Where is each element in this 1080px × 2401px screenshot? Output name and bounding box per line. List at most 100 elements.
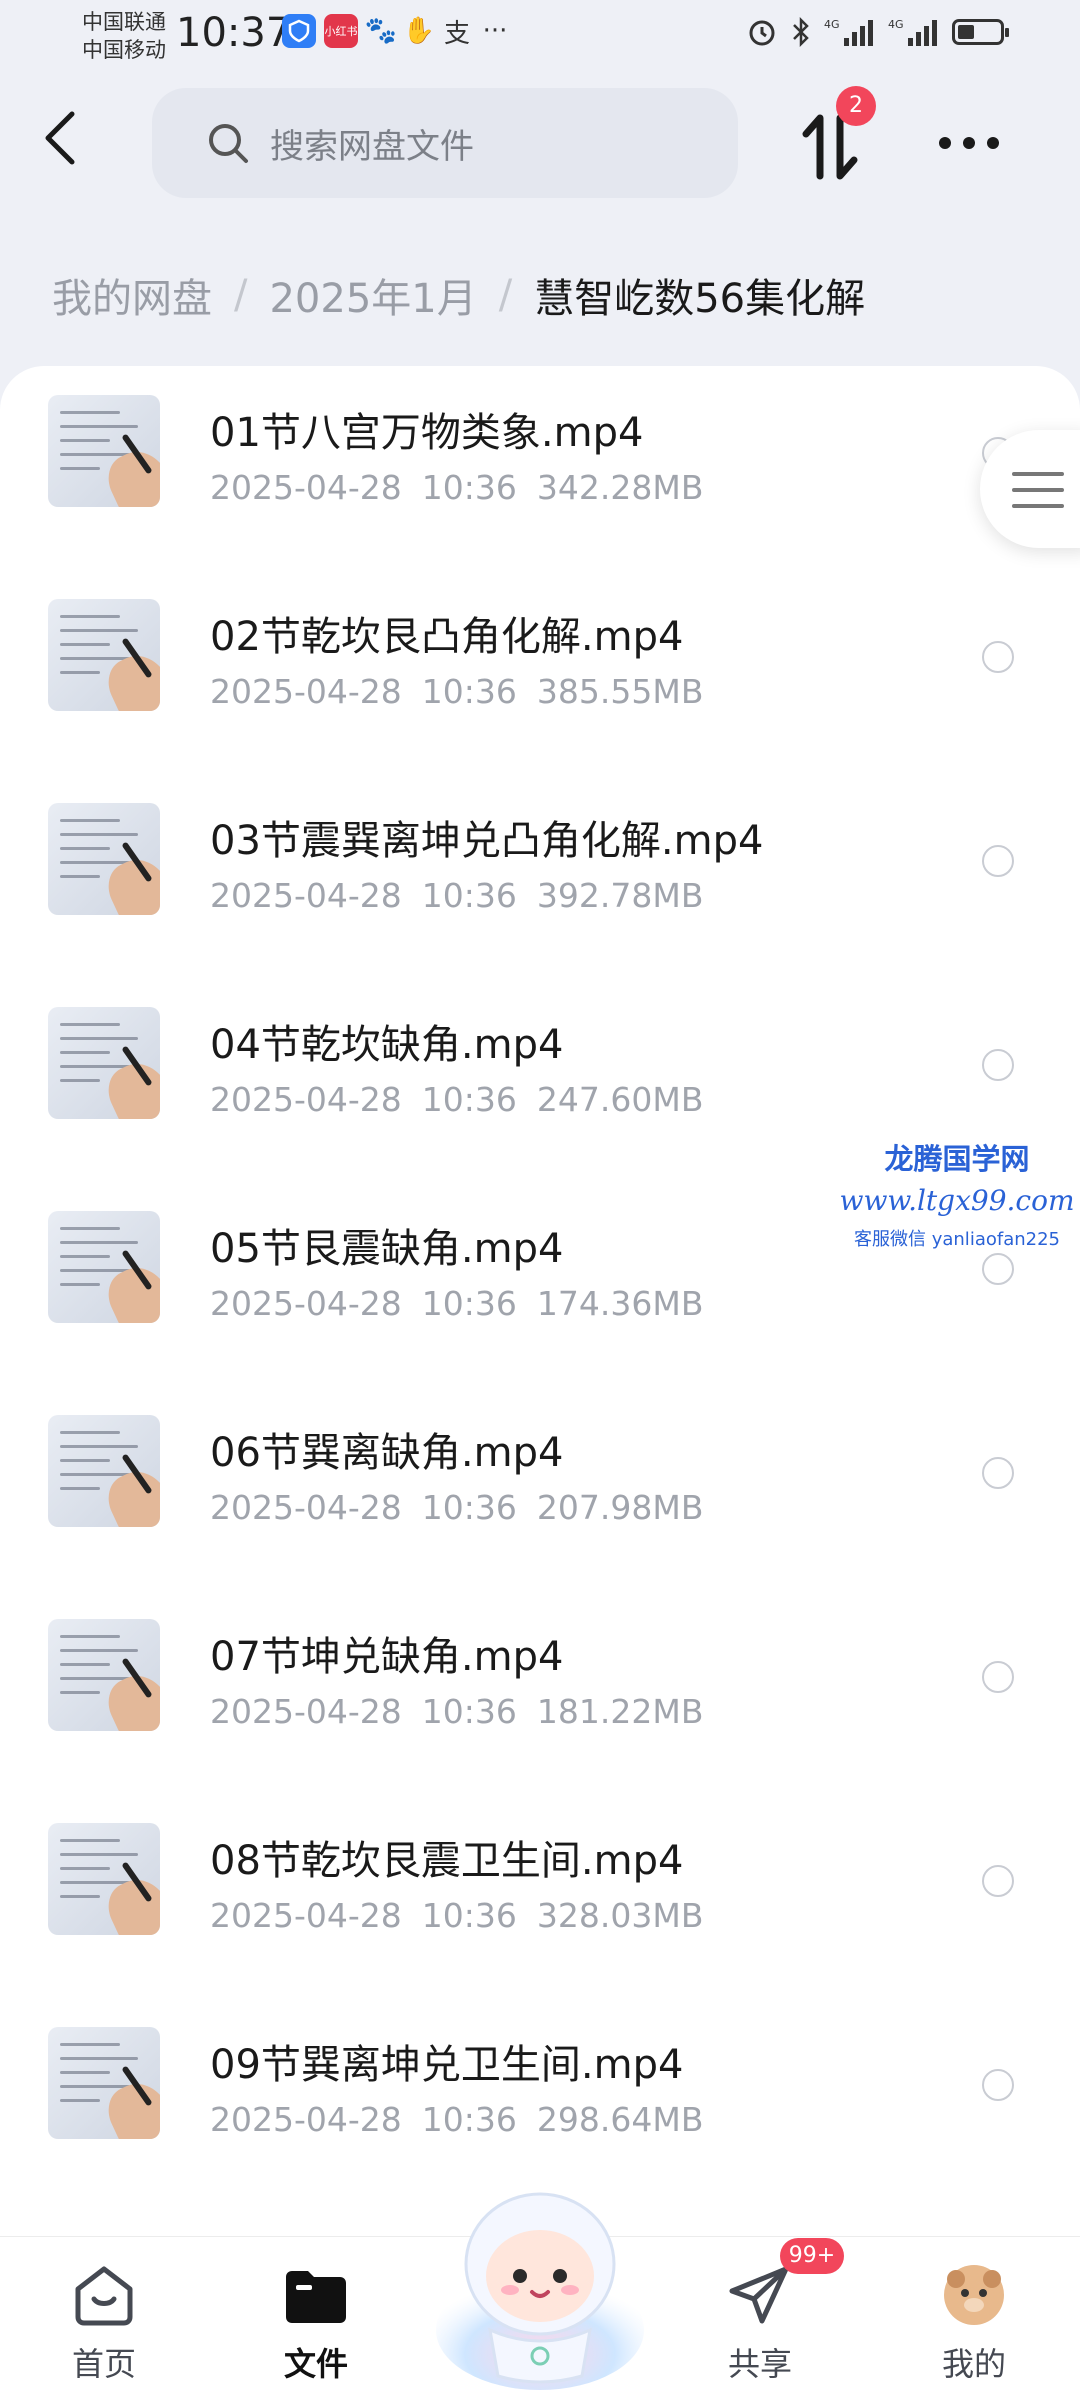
more-options-button[interactable]: [934, 128, 1004, 158]
file-name: 06节巽离缺角.mp4: [210, 1430, 564, 1476]
shield-app-icon: [282, 14, 316, 48]
share-count-badge: 99+: [780, 2238, 844, 2274]
watermark-url: www.ltgx99.com: [839, 1184, 1075, 1217]
select-checkbox[interactable]: [982, 641, 1014, 673]
paper-plane-icon: [729, 2266, 789, 2324]
file-date: 2025-04-28: [210, 876, 402, 915]
svg-text:4G: 4G: [824, 18, 840, 31]
watermark: 龙腾国学网 www.ltgx99.com 客服微信 yanliaofan225: [832, 1136, 1080, 1251]
video-thumbnail: [48, 1619, 160, 1731]
file-time: 10:36: [421, 1080, 517, 1119]
bluetooth-icon: [793, 16, 809, 48]
file-size: 247.60MB: [536, 1080, 704, 1119]
video-thumbnail: [48, 599, 160, 711]
file-size: 392.78MB: [536, 876, 704, 915]
carrier-1: 中国联通: [82, 10, 166, 34]
select-checkbox[interactable]: [982, 2069, 1014, 2101]
select-checkbox[interactable]: [982, 1661, 1014, 1693]
transfer-count-badge: 2: [836, 86, 876, 126]
xiaohongshu-icon: 小红书: [324, 14, 358, 48]
file-name: 09节巽离坤兑卫生间.mp4: [210, 2042, 684, 2088]
file-row[interactable]: 07节坤兑缺角.mp4 2025-04-28 10:36 181.22MB: [0, 1590, 1080, 1794]
carrier-labels: 中国联通 中国移动: [82, 8, 166, 64]
file-size: 181.22MB: [536, 1692, 704, 1731]
file-name: 02节乾坎艮凸角化解.mp4: [210, 614, 684, 660]
file-time: 10:36: [421, 1284, 517, 1323]
file-meta: 2025-04-28 10:36 174.36MB: [210, 1284, 723, 1323]
select-checkbox[interactable]: [982, 1049, 1014, 1081]
file-date: 2025-04-28: [210, 672, 402, 711]
nav-profile[interactable]: 我的: [884, 2237, 1064, 2401]
more-notifications-icon: ···: [482, 16, 508, 46]
notification-icons: 小红书 🐾 ✋ 支 ···: [282, 14, 510, 49]
file-time: 10:36: [421, 876, 517, 915]
select-checkbox[interactable]: [982, 845, 1014, 877]
file-date: 2025-04-28: [210, 1080, 402, 1119]
status-bar: 中国联通 中国移动 10:37 小红书 🐾 ✋ 支 ··· 4G 4G: [0, 0, 1080, 70]
menu-lines-icon: [1012, 472, 1064, 508]
file-row[interactable]: 02节乾坎艮凸角化解.mp4 2025-04-28 10:36 385.55MB: [0, 570, 1080, 774]
file-size: 328.03MB: [536, 1896, 704, 1935]
nav-home[interactable]: 首页: [14, 2237, 194, 2401]
video-thumbnail: [48, 1823, 160, 1935]
battery-icon: [952, 19, 1009, 45]
file-meta: 2025-04-28 10:36 298.64MB: [210, 2100, 723, 2139]
file-time: 10:36: [421, 2100, 517, 2139]
more-dots-icon: [939, 137, 999, 149]
folder-icon: [286, 2271, 346, 2323]
video-thumbnail: [48, 395, 160, 507]
system-status-icons: 4G 4G: [746, 16, 1009, 48]
file-row[interactable]: 06节巽离缺角.mp4 2025-04-28 10:36 207.98MB: [0, 1386, 1080, 1590]
search-input[interactable]: 搜索网盘文件: [152, 88, 738, 198]
file-name: 01节八宫万物类象.mp4: [210, 410, 644, 456]
file-row[interactable]: 09节巽离坤兑卫生间.mp4 2025-04-28 10:36 298.64MB: [0, 1998, 1080, 2202]
file-time: 10:36: [421, 1692, 517, 1731]
signal-4g-icon: 4G: [824, 18, 873, 46]
chevron-left-icon: [45, 111, 75, 165]
avatar-icon: [944, 2265, 1004, 2325]
file-meta: 2025-04-28 10:36 207.98MB: [210, 1488, 723, 1527]
file-list: 01节八宫万物类象.mp4 2025-04-28 10:36 342.28MB 02…: [0, 366, 1080, 2236]
file-name: 07节坤兑缺角.mp4: [210, 1634, 564, 1680]
file-name: 03节震巽离坤兑凸角化解.mp4: [210, 818, 764, 864]
nav-home-label: 首页: [71, 2345, 136, 2383]
video-thumbnail: [48, 1007, 160, 1119]
file-size: 385.55MB: [536, 672, 704, 711]
file-name: 04节乾坎缺角.mp4: [210, 1022, 564, 1068]
file-date: 2025-04-28: [210, 1896, 402, 1935]
signal-4g-icon-2: 4G: [888, 18, 937, 46]
select-checkbox[interactable]: [982, 1457, 1014, 1489]
file-size: 298.64MB: [536, 2100, 704, 2139]
breadcrumb-folder[interactable]: 2025年1月: [269, 266, 476, 324]
select-checkbox[interactable]: [982, 1253, 1014, 1285]
file-name: 08节乾坎艮震卫生间.mp4: [210, 1838, 684, 1884]
home-icon: [75, 2266, 133, 2326]
status-time: 10:37: [176, 10, 292, 56]
watermark-title: 龙腾国学网: [884, 1142, 1030, 1176]
back-button[interactable]: [40, 108, 90, 178]
alipay-icon: 支: [443, 18, 470, 49]
file-time: 10:36: [421, 1896, 517, 1935]
video-thumbnail: [48, 1211, 160, 1323]
hand-icon: ✋: [402, 16, 436, 46]
ai-assistant-mascot-button[interactable]: [432, 2180, 648, 2390]
nav-profile-label: 我的: [941, 2345, 1006, 2383]
breadcrumb-separator: /: [234, 272, 248, 318]
paw-icon: 🐾: [364, 16, 398, 46]
select-checkbox[interactable]: [982, 1865, 1014, 1897]
video-thumbnail: [48, 2027, 160, 2139]
file-row[interactable]: 01节八宫万物类象.mp4 2025-04-28 10:36 342.28MB: [0, 366, 1080, 570]
video-thumbnail: [48, 803, 160, 915]
nav-files-label: 文件: [283, 2345, 348, 2383]
file-date: 2025-04-28: [210, 1284, 402, 1323]
breadcrumb-root[interactable]: 我的网盘: [52, 266, 212, 324]
file-row[interactable]: 03节震巽离坤兑凸角化解.mp4 2025-04-28 10:36 392.78MB: [0, 774, 1080, 978]
file-row[interactable]: 08节乾坎艮震卫生间.mp4 2025-04-28 10:36 328.03MB: [0, 1794, 1080, 1998]
file-date: 2025-04-28: [210, 1488, 402, 1527]
breadcrumb: 我的网盘 / 2025年1月 / 慧智屹数56集化解: [52, 266, 865, 324]
watermark-contact: 客服微信 yanliaofan225: [854, 1229, 1060, 1250]
breadcrumb-separator: /: [498, 272, 513, 318]
file-time: 10:36: [421, 672, 517, 711]
nav-files[interactable]: 文件: [226, 2237, 406, 2401]
file-date: 2025-04-28: [210, 1692, 402, 1731]
